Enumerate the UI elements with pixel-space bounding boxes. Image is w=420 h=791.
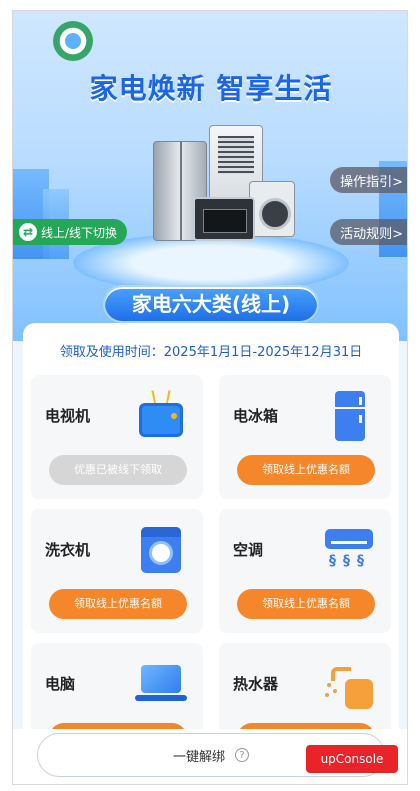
hero-title: 家电焕新 智享生活: [89, 72, 333, 105]
category-card-fridge: 电冰箱 领取线上优惠名额: [219, 375, 391, 499]
unbind-label: 一键解绑: [172, 749, 225, 765]
operation-guide-button[interactable]: 操作指引>: [330, 167, 407, 193]
laptop-icon: [135, 657, 187, 709]
claim-button[interactable]: 领取线上优惠名额: [237, 589, 375, 619]
fridge-icon: [323, 389, 375, 441]
section-title: 家电六大类(线上): [103, 285, 319, 323]
operation-guide-label: 操作指引>: [340, 174, 403, 190]
claim-time-text: 领取及使用时间：2025年1月1日-2025年12月31日: [59, 345, 363, 360]
category-panel: 领取及使用时间：2025年1月1日-2025年12月31日 电视机 优惠已被线下…: [23, 323, 399, 784]
phone-screen: 家电焕新 智享生活 ⇄ 线上/线下切换 操作指引> 活动规则> 家电六大类(线上…: [12, 10, 408, 785]
category-name: 热水器: [233, 675, 279, 693]
category-name: 空调: [233, 541, 264, 559]
claim-button-disabled[interactable]: 优惠已被线下领取: [49, 455, 187, 485]
activity-rules-label: 活动规则>: [340, 226, 403, 242]
campaign-logo-icon: [53, 21, 93, 61]
washer-illustration: [249, 181, 295, 237]
water-heater-icon: [323, 657, 375, 709]
tv-icon: [135, 389, 187, 441]
category-card-tv: 电视机 优惠已被线下领取: [31, 375, 203, 499]
claim-button[interactable]: 领取线上优惠名额: [49, 589, 187, 619]
exchange-icon: ⇄: [19, 223, 37, 241]
washing-machine-icon: [135, 523, 187, 575]
activity-rules-button[interactable]: 活动规则>: [330, 219, 407, 245]
category-card-ac: 空调 § § § 领取线上优惠名额: [219, 509, 391, 633]
upconsole-button[interactable]: upConsole: [306, 745, 398, 773]
category-name: 电脑: [45, 675, 76, 693]
help-icon[interactable]: ?: [235, 748, 249, 762]
category-name: 洗衣机: [45, 541, 91, 559]
claim-button[interactable]: 领取线上优惠名额: [237, 455, 375, 485]
hero-banner: 家电焕新 智享生活 ⇄ 线上/线下切换 操作指引> 活动规则> 家电六大类(线上…: [13, 11, 407, 341]
air-conditioner-icon: § § §: [323, 523, 375, 575]
oven-illustration: [193, 197, 255, 241]
switch-label: 线上/线下切换: [41, 225, 118, 240]
category-card-washer: 洗衣机 领取线上优惠名额: [31, 509, 203, 633]
category-name: 电冰箱: [233, 407, 279, 425]
category-name: 电视机: [45, 407, 91, 425]
online-offline-switch-button[interactable]: ⇄ 线上/线下切换: [13, 219, 128, 245]
